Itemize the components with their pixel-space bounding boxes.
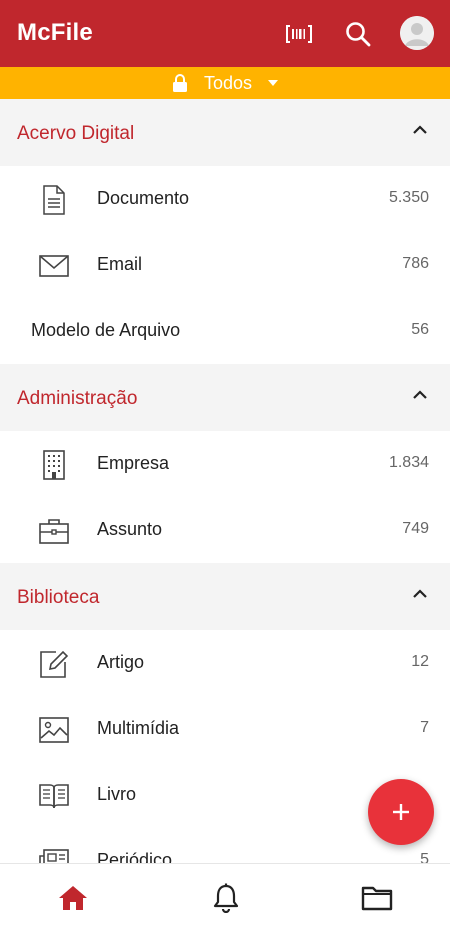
section-title: Administração xyxy=(17,388,138,409)
list-item-label: Livro xyxy=(97,784,137,804)
search-icon xyxy=(346,22,371,47)
chevron-up-icon xyxy=(413,390,427,399)
nav-notifications[interactable] xyxy=(208,881,244,915)
list-item-email[interactable]: Email 786 xyxy=(0,232,450,298)
building-icon xyxy=(43,450,65,480)
edit-icon xyxy=(40,650,69,678)
list-item-empresa[interactable]: Empresa 1.834 xyxy=(0,431,450,497)
add-fab-button[interactable] xyxy=(368,779,434,845)
nav-home[interactable] xyxy=(55,881,91,915)
section-title: Biblioteca xyxy=(17,587,100,608)
list-item-modelo-de-arquivo[interactable]: Modelo de Arquivo 56 xyxy=(0,298,450,364)
app-title: McFile xyxy=(17,19,93,46)
home-icon xyxy=(59,886,87,910)
document-icon xyxy=(43,185,65,215)
list-item-label: Email xyxy=(97,254,143,274)
folder-icon xyxy=(361,886,393,911)
list-item-count: 786 xyxy=(402,255,429,272)
book-icon xyxy=(39,784,69,809)
section-title: Acervo Digital xyxy=(17,123,135,144)
category-list: Acervo Digital Documento 5.350 Email 786… xyxy=(0,99,450,863)
list-item-count: 12 xyxy=(411,653,429,670)
email-icon xyxy=(39,255,69,277)
section-header-biblioteca[interactable]: Biblioteca xyxy=(0,563,450,630)
list-item-count: 56 xyxy=(411,321,429,338)
filter-label: Todos xyxy=(203,72,253,93)
avatar[interactable] xyxy=(400,16,434,50)
user-icon xyxy=(400,16,434,50)
app-bar: McFile xyxy=(0,0,450,67)
list-item-label: Empresa xyxy=(97,453,170,473)
search-button[interactable] xyxy=(340,16,376,52)
chevron-up-icon xyxy=(413,125,427,134)
chevron-up-icon xyxy=(413,589,427,598)
briefcase-icon xyxy=(39,519,69,544)
bottom-navigation xyxy=(0,863,450,930)
lock-icon xyxy=(172,74,187,92)
filter-bar[interactable]: Todos xyxy=(0,67,450,99)
list-item-count: 749 xyxy=(402,520,429,537)
newspaper-icon xyxy=(39,849,69,863)
barcode-icon xyxy=(286,25,312,43)
bell-icon xyxy=(213,883,239,913)
list-item-label: Periódico xyxy=(97,850,173,863)
list-item-label: Documento xyxy=(97,188,190,208)
list-item-documento[interactable]: Documento 5.350 xyxy=(0,166,450,232)
list-item-count: 1.834 xyxy=(388,454,429,471)
list-item-label: Modelo de Arquivo xyxy=(31,320,181,340)
nav-files[interactable] xyxy=(359,881,395,915)
list-item-label: Assunto xyxy=(97,519,163,539)
plus-icon xyxy=(393,804,409,820)
list-item-count: 5.350 xyxy=(388,189,429,206)
section-header-acervo-digital[interactable]: Acervo Digital xyxy=(0,99,450,166)
list-item-label: Multimídia xyxy=(97,718,180,738)
dropdown-arrow-icon xyxy=(268,80,279,86)
image-icon xyxy=(39,717,69,743)
barcode-scanner-button[interactable] xyxy=(281,16,317,52)
list-item-multimidia[interactable]: Multimídia 7 xyxy=(0,696,450,762)
list-item-label: Artigo xyxy=(97,652,145,672)
section-header-administracao[interactable]: Administração xyxy=(0,364,450,431)
list-item-assunto[interactable]: Assunto 749 xyxy=(0,497,450,563)
list-item-count: 7 xyxy=(420,719,429,736)
list-item-count: 5 xyxy=(420,851,429,863)
list-item-artigo[interactable]: Artigo 12 xyxy=(0,630,450,696)
